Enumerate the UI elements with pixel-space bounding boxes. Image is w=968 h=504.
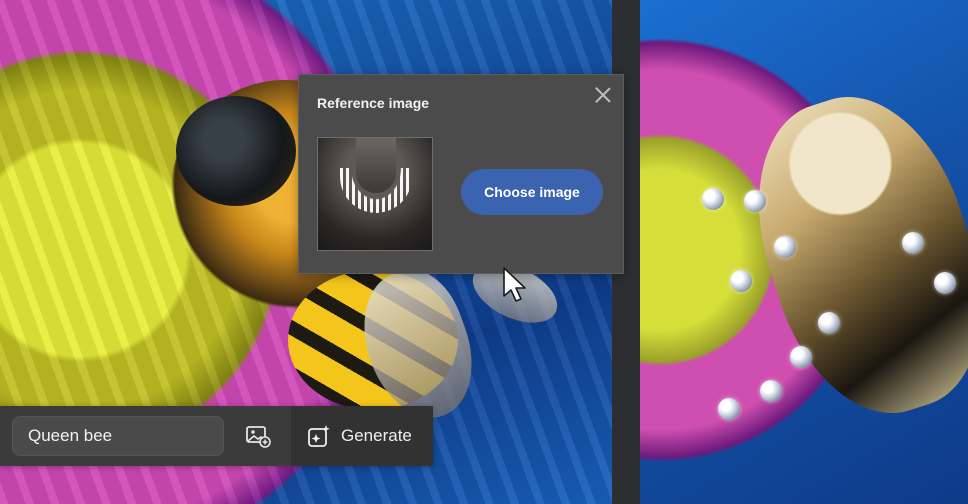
diamond	[790, 346, 812, 368]
generated-image	[640, 0, 968, 504]
close-icon[interactable]	[593, 85, 613, 105]
diamond	[702, 188, 724, 210]
prompt-input[interactable]	[12, 416, 224, 456]
diamond	[774, 236, 796, 258]
mouse-pointer-icon	[503, 267, 526, 302]
bee-head	[176, 96, 296, 206]
diamond-necklace	[340, 168, 412, 213]
add-image-icon	[246, 426, 271, 448]
diamond	[760, 380, 782, 402]
diamond	[818, 312, 840, 334]
reference-image-button[interactable]	[236, 420, 280, 452]
reference-image-panel: Reference image Choose image	[298, 74, 624, 274]
sparkle-generate-icon	[308, 425, 330, 447]
diamond	[730, 270, 752, 292]
reference-panel-title: Reference image	[317, 95, 430, 111]
generate-label: Generate	[341, 426, 412, 445]
diamond	[934, 272, 956, 294]
diamond	[902, 232, 924, 254]
reference-thumbnail[interactable]	[317, 137, 433, 251]
prompt-bar: Generate	[0, 406, 433, 466]
diamond	[718, 398, 740, 420]
diamond	[744, 190, 766, 212]
generate-button[interactable]: Generate	[291, 406, 433, 466]
choose-image-button[interactable]: Choose image	[461, 169, 603, 215]
